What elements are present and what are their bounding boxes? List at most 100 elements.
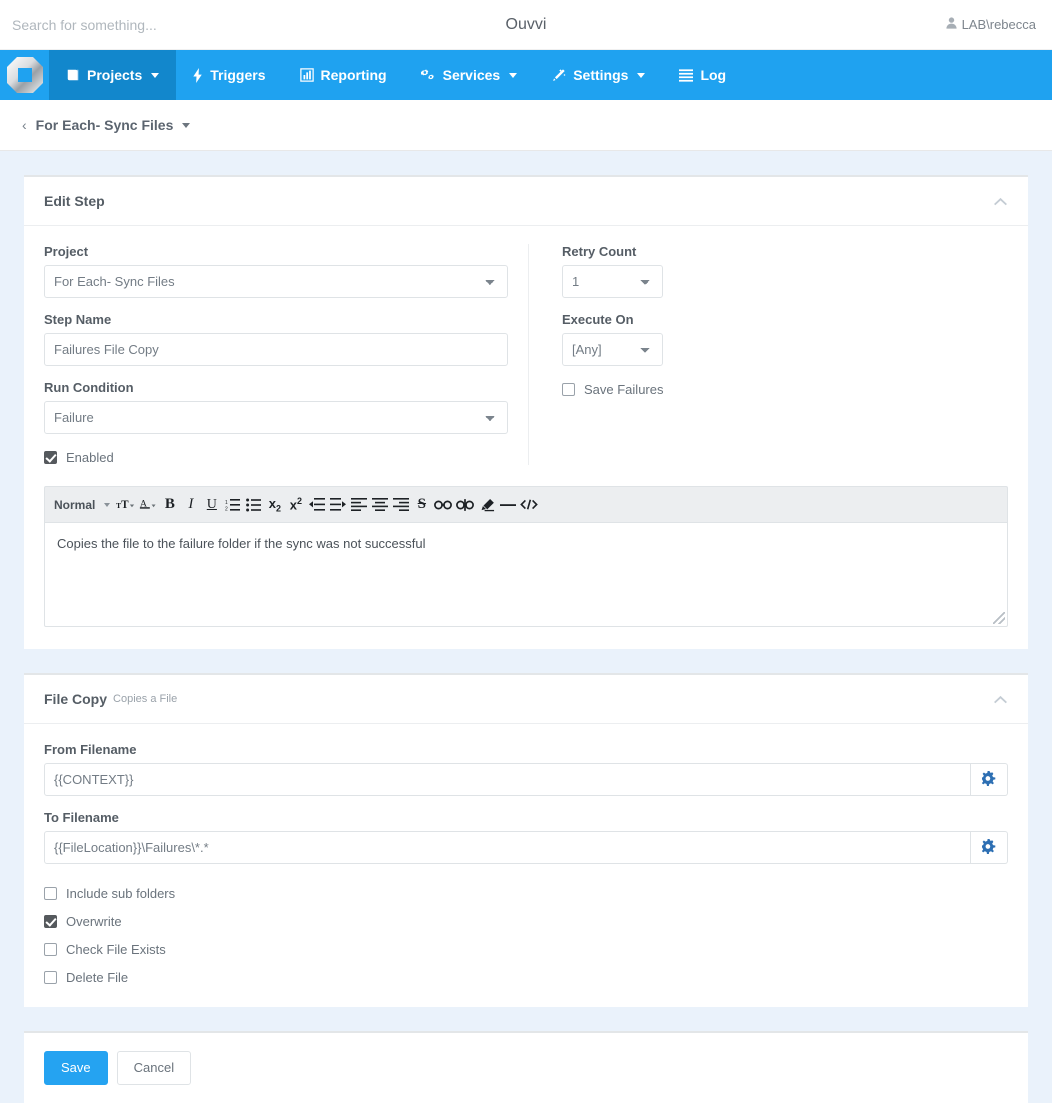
execute-on-select[interactable]: [Any] (562, 333, 664, 366)
nav-label-settings: Settings (573, 67, 629, 83)
nav-item-settings[interactable]: Settings (534, 50, 662, 100)
edit-step-header: Edit Step (24, 177, 1028, 226)
caret-down-icon (637, 72, 646, 78)
highlight-icon[interactable] (476, 491, 497, 519)
strikethrough-icon[interactable]: S (411, 491, 432, 519)
check-file-exists-checkbox[interactable] (44, 943, 57, 956)
subscript-icon[interactable]: x2 (264, 491, 285, 519)
font-size-icon[interactable]: TT (114, 491, 137, 519)
horizontal-rule-icon[interactable] (497, 491, 518, 519)
caret-down-icon[interactable] (182, 122, 191, 128)
action-bar: Save Cancel (24, 1033, 1028, 1103)
save-failures-row: Save Failures (562, 382, 663, 397)
project-select[interactable]: For Each- Sync Files (44, 265, 508, 298)
align-center-icon[interactable] (369, 491, 390, 519)
enabled-label: Enabled (66, 450, 114, 465)
option-include-sub-folders-row: Include sub folders (44, 886, 1008, 901)
to-filename-label: To Filename (44, 810, 119, 825)
align-right-icon[interactable] (390, 491, 411, 519)
paragraph-style-dropdown[interactable]: Normal (52, 498, 114, 512)
nav-item-services[interactable]: Services (404, 50, 535, 100)
cogs-icon (420, 68, 436, 82)
include-sub-folders-label: Include sub folders (66, 886, 176, 901)
gear-icon (980, 770, 997, 789)
from-filename-input[interactable] (44, 763, 972, 796)
outdent-icon[interactable] (306, 491, 327, 519)
retry-count-label: Retry Count (562, 244, 637, 259)
cancel-button[interactable]: Cancel (116, 1051, 192, 1085)
chevron-up-icon[interactable] (993, 194, 1008, 209)
page-title: Edit Step (44, 193, 105, 209)
unordered-list-icon[interactable] (243, 491, 264, 519)
logo-container[interactable] (0, 50, 49, 100)
svg-text:1: 1 (225, 500, 228, 506)
user-menu[interactable]: LAB\rebecca (945, 17, 1052, 32)
chevron-up-icon[interactable] (993, 692, 1008, 707)
code-icon[interactable] (518, 491, 540, 519)
save-failures-label: Save Failures (584, 382, 664, 397)
save-failures-checkbox[interactable] (562, 383, 575, 396)
save-button[interactable]: Save (44, 1051, 108, 1085)
action-bar-panel: Save Cancel (24, 1031, 1028, 1103)
edit-step-left-column: Project For Each- Sync Files Step Name R… (44, 244, 529, 465)
check-file-exists-label: Check File Exists (66, 942, 166, 957)
file-copy-title: File Copy (44, 691, 108, 707)
nav-label-triggers: Triggers (210, 67, 266, 83)
from-filename-group (44, 763, 1008, 796)
enabled-checkbox[interactable] (44, 451, 57, 464)
italic-icon[interactable]: I (180, 491, 201, 519)
align-left-icon[interactable] (348, 491, 369, 519)
run-condition-select[interactable]: Failure (44, 401, 508, 434)
chevron-left-icon[interactable]: ‹ (22, 117, 27, 133)
delete-file-checkbox[interactable] (44, 971, 57, 984)
description-text: Copies the file to the failure folder if… (57, 536, 426, 551)
breadcrumb-label[interactable]: For Each- Sync Files (36, 117, 174, 133)
file-copy-panel: File Copy Copies a File From Filename To… (24, 673, 1028, 1007)
resize-handle[interactable] (993, 612, 1005, 624)
nav-label-projects: Projects (87, 67, 143, 83)
nav-label-services: Services (442, 67, 501, 83)
user-name: LAB\rebecca (961, 17, 1036, 32)
font-color-icon[interactable]: A (137, 491, 159, 519)
include-sub-folders-checkbox[interactable] (44, 887, 57, 900)
retry-count-select[interactable]: 1 (562, 265, 664, 298)
option-delete-file-row: Delete File (44, 970, 1008, 985)
overwrite-checkbox[interactable] (44, 915, 57, 928)
project-label: Project (44, 244, 89, 259)
description-editor: Normal TT A B I U 12 x2 x2 S Copies the … (44, 486, 1008, 627)
paragraph-style-label: Normal (54, 497, 96, 512)
superscript-icon[interactable]: x2 (285, 491, 306, 519)
nav-label-log: Log (700, 67, 727, 83)
caret-down-icon (509, 72, 518, 78)
file-copy-subtitle: Copies a File (113, 693, 178, 705)
underline-icon[interactable]: U (201, 491, 222, 519)
indent-icon[interactable] (327, 491, 348, 519)
option-check-file-exists-row: Check File Exists (44, 942, 1008, 957)
to-filename-input[interactable] (44, 831, 972, 864)
from-filename-settings-button[interactable] (971, 763, 1008, 796)
bold-icon[interactable]: B (159, 491, 180, 519)
editor-toolbar: Normal TT A B I U 12 x2 x2 S (44, 486, 1008, 522)
step-name-label: Step Name (44, 312, 112, 327)
step-name-input[interactable] (44, 333, 508, 366)
breadcrumb: ‹ For Each- Sync Files (0, 100, 1052, 151)
from-filename-label: From Filename (44, 742, 137, 757)
link-icon[interactable] (432, 491, 454, 519)
unlink-icon[interactable] (454, 491, 476, 519)
description-textarea[interactable]: Copies the file to the failure folder if… (44, 522, 1008, 627)
nav-item-log[interactable]: Log (662, 50, 743, 100)
ordered-list-icon[interactable]: 12 (222, 491, 243, 519)
file-copy-header: File Copy Copies a File (24, 675, 1028, 724)
edit-step-panel: Edit Step Project For Each- Sync Files S… (24, 175, 1028, 649)
delete-file-label: Delete File (66, 970, 129, 985)
nav-item-triggers[interactable]: Triggers (176, 50, 282, 100)
edit-step-body: Project For Each- Sync Files Step Name R… (24, 226, 1028, 649)
gear-icon (980, 838, 997, 857)
magic-wand-icon (551, 68, 566, 83)
search-input[interactable] (0, 0, 360, 49)
to-filename-settings-button[interactable] (971, 831, 1008, 864)
file-copy-options: Include sub folders Overwrite Check File… (44, 886, 1008, 985)
nav-item-reporting[interactable]: Reporting (283, 50, 404, 100)
book-icon (66, 68, 80, 82)
nav-item-projects[interactable]: Projects (49, 50, 177, 100)
